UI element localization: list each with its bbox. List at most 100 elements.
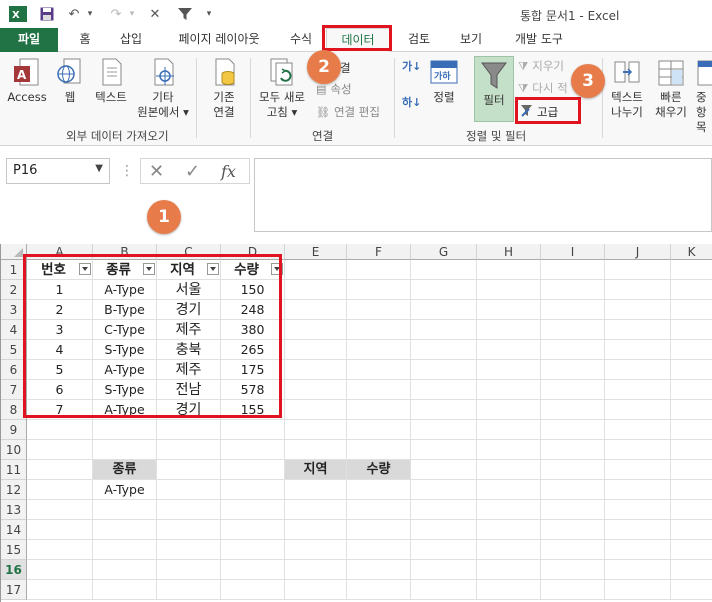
cell[interactable]	[221, 420, 285, 440]
cell[interactable]	[347, 580, 411, 600]
column-header-i[interactable]: I	[541, 244, 605, 260]
cell[interactable]	[541, 480, 605, 500]
cell[interactable]	[221, 560, 285, 580]
flash-fill-button[interactable]: 빠른 채우기	[650, 58, 692, 120]
cell[interactable]	[605, 480, 671, 500]
cell[interactable]	[477, 560, 541, 580]
existing-connections-button[interactable]: 기존 연결	[202, 58, 246, 120]
cell[interactable]	[347, 420, 411, 440]
cell[interactable]	[285, 280, 347, 300]
cell[interactable]	[93, 420, 157, 440]
cell[interactable]	[605, 460, 671, 480]
tab-review[interactable]: 검토	[398, 28, 440, 52]
cell[interactable]	[285, 380, 347, 400]
redo-icon[interactable]: ↷	[108, 5, 124, 23]
cell[interactable]	[347, 360, 411, 380]
cell[interactable]	[221, 540, 285, 560]
cell[interactable]	[541, 500, 605, 520]
cell[interactable]	[285, 360, 347, 380]
cell[interactable]	[605, 580, 671, 600]
criteria-header-region[interactable]: 지역	[285, 460, 347, 480]
undo-dropdown-icon[interactable]: ▾	[84, 5, 96, 23]
undo-icon[interactable]: ↶	[66, 5, 82, 23]
connections-button[interactable]: 결	[340, 60, 351, 76]
cell[interactable]	[411, 460, 477, 480]
cell[interactable]	[411, 440, 477, 460]
cell[interactable]	[347, 520, 411, 540]
cell[interactable]	[671, 320, 712, 340]
cell[interactable]	[347, 440, 411, 460]
cell[interactable]	[477, 500, 541, 520]
cell[interactable]	[605, 540, 671, 560]
cell[interactable]	[605, 340, 671, 360]
cell[interactable]	[411, 320, 477, 340]
cell[interactable]	[285, 340, 347, 360]
cell[interactable]	[671, 540, 712, 560]
from-text-button[interactable]: 텍스트	[90, 58, 132, 105]
remove-duplicates-button[interactable]: 중 항목	[696, 58, 712, 135]
clear-icon[interactable]: ✕	[148, 5, 162, 23]
cell[interactable]	[671, 400, 712, 420]
cell[interactable]	[541, 460, 605, 480]
cell[interactable]	[671, 300, 712, 320]
cell[interactable]	[411, 540, 477, 560]
cell[interactable]	[285, 440, 347, 460]
row-header-17[interactable]: 17	[1, 580, 27, 600]
cell[interactable]	[671, 360, 712, 380]
cell[interactable]	[157, 500, 221, 520]
cell[interactable]	[605, 260, 671, 280]
cell[interactable]	[347, 560, 411, 580]
edit-links-button[interactable]: ⛓ 연결 편집	[316, 104, 380, 120]
row-header-10[interactable]: 10	[1, 440, 27, 460]
cell[interactable]	[347, 260, 411, 280]
row-header-11[interactable]: 11	[1, 460, 27, 480]
cell[interactable]	[347, 380, 411, 400]
criteria-value-type[interactable]: A-Type	[93, 480, 157, 500]
cell[interactable]	[541, 540, 605, 560]
cell[interactable]	[157, 520, 221, 540]
row-header-14[interactable]: 14	[1, 520, 27, 540]
cell[interactable]	[347, 500, 411, 520]
cell[interactable]	[285, 300, 347, 320]
cell[interactable]	[285, 520, 347, 540]
cell[interactable]	[605, 560, 671, 580]
formula-input[interactable]	[254, 158, 712, 232]
cell[interactable]	[285, 580, 347, 600]
cell[interactable]	[541, 300, 605, 320]
cell[interactable]	[477, 360, 541, 380]
cell[interactable]	[411, 360, 477, 380]
cell[interactable]	[93, 540, 157, 560]
cell[interactable]	[347, 340, 411, 360]
cell[interactable]	[477, 320, 541, 340]
cell[interactable]	[541, 320, 605, 340]
cell[interactable]	[477, 460, 541, 480]
cell[interactable]	[411, 400, 477, 420]
cell[interactable]	[477, 540, 541, 560]
name-box[interactable]: P16 ▼	[6, 158, 110, 184]
cell[interactable]	[411, 420, 477, 440]
cell[interactable]	[27, 560, 93, 580]
cell[interactable]	[541, 520, 605, 540]
cell[interactable]	[477, 400, 541, 420]
cell[interactable]	[221, 500, 285, 520]
sort-button[interactable]: 가하 정렬	[426, 58, 462, 105]
cell[interactable]	[477, 440, 541, 460]
row-header-12[interactable]: 12	[1, 480, 27, 500]
cell[interactable]	[605, 440, 671, 460]
cell[interactable]	[347, 320, 411, 340]
cell[interactable]	[27, 540, 93, 560]
cell[interactable]	[157, 580, 221, 600]
cell[interactable]	[27, 480, 93, 500]
cell[interactable]	[671, 560, 712, 580]
cell[interactable]	[27, 460, 93, 480]
cell[interactable]	[347, 280, 411, 300]
sort-descending-button[interactable]: 하↓	[402, 94, 421, 110]
cell[interactable]	[27, 440, 93, 460]
cell[interactable]	[541, 280, 605, 300]
row-header-16[interactable]: 16	[1, 560, 27, 580]
cell[interactable]	[347, 400, 411, 420]
cell[interactable]	[285, 560, 347, 580]
cell[interactable]	[671, 580, 712, 600]
cell[interactable]	[93, 520, 157, 540]
cell[interactable]	[93, 440, 157, 460]
